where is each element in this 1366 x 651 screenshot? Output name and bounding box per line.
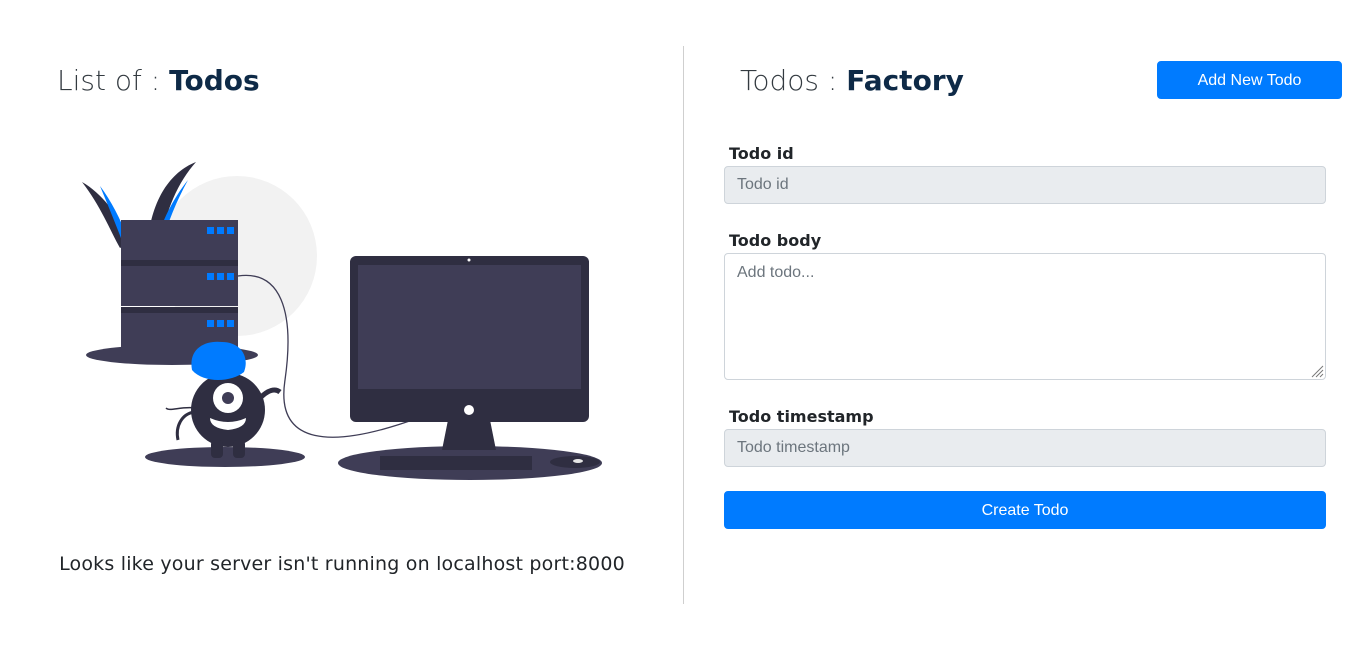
list-heading-prefix: List of : xyxy=(57,64,170,97)
todo-timestamp-input[interactable] xyxy=(724,429,1326,467)
todo-id-input[interactable] xyxy=(724,166,1326,204)
resize-handle-icon[interactable] xyxy=(1310,364,1324,378)
factory-heading: Todos : Factory xyxy=(740,64,964,98)
panel-divider xyxy=(683,46,684,604)
server-offline-illustration xyxy=(82,162,602,480)
create-todo-button[interactable]: Create Todo xyxy=(724,491,1326,529)
todo-id-label: Todo id xyxy=(729,144,794,163)
todo-list-panel: List of : Todos Looks like your server i… xyxy=(0,0,684,651)
list-heading: List of : Todos xyxy=(57,64,260,98)
todo-timestamp-label: Todo timestamp xyxy=(729,407,874,426)
add-new-todo-button[interactable]: Add New Todo xyxy=(1157,61,1342,99)
todo-body-label: Todo body xyxy=(729,231,822,250)
list-heading-title: Todos xyxy=(169,64,260,97)
factory-heading-title: Factory xyxy=(846,64,964,97)
factory-heading-prefix: Todos : xyxy=(740,64,847,97)
todo-body-textarea[interactable] xyxy=(724,253,1326,380)
app-page: List of : Todos Looks like your server i… xyxy=(0,0,1366,651)
server-error-message: Looks like your server isn't running on … xyxy=(59,553,625,575)
